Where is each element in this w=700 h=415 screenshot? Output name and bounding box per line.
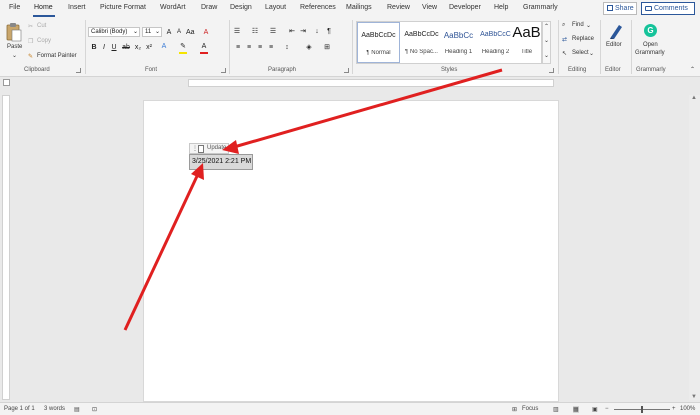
accessibility-icon[interactable]: ⊡ xyxy=(92,406,97,413)
word-count[interactable]: 3 words xyxy=(44,406,65,412)
arrowhead xyxy=(222,140,239,154)
web-layout-icon[interactable]: ▣ xyxy=(592,406,598,413)
proofing-icon[interactable]: ▤ xyxy=(74,406,80,413)
focus-icon[interactable]: ⊞ xyxy=(512,406,517,413)
annotation-arrows xyxy=(123,68,503,331)
focus-button[interactable]: Focus xyxy=(522,406,538,412)
vertical-scrollbar[interactable]: ▲ ▼ xyxy=(689,95,700,400)
zoom-level[interactable]: 100% xyxy=(680,406,695,412)
zoom-out-icon[interactable]: − xyxy=(605,406,609,412)
zoom-slider-thumb[interactable] xyxy=(641,406,643,413)
zoom-in-icon[interactable]: + xyxy=(672,406,676,412)
page-count[interactable]: Page 1 of 1 xyxy=(4,406,35,412)
arrow-to-date-field xyxy=(123,173,200,331)
read-mode-icon[interactable]: ▥ xyxy=(553,406,559,413)
print-layout-icon[interactable]: ▦ xyxy=(573,406,579,413)
word-window: File Home Insert Picture Format WordArt … xyxy=(0,0,700,415)
scroll-up-icon[interactable]: ▲ xyxy=(691,95,697,101)
arrow-to-update-button xyxy=(233,68,503,149)
scroll-down-icon[interactable]: ▼ xyxy=(691,394,697,400)
status-bar: Page 1 of 1 3 words ▤ ⊡ ⊞ Focus ▥ ▦ ▣ − … xyxy=(0,402,700,415)
